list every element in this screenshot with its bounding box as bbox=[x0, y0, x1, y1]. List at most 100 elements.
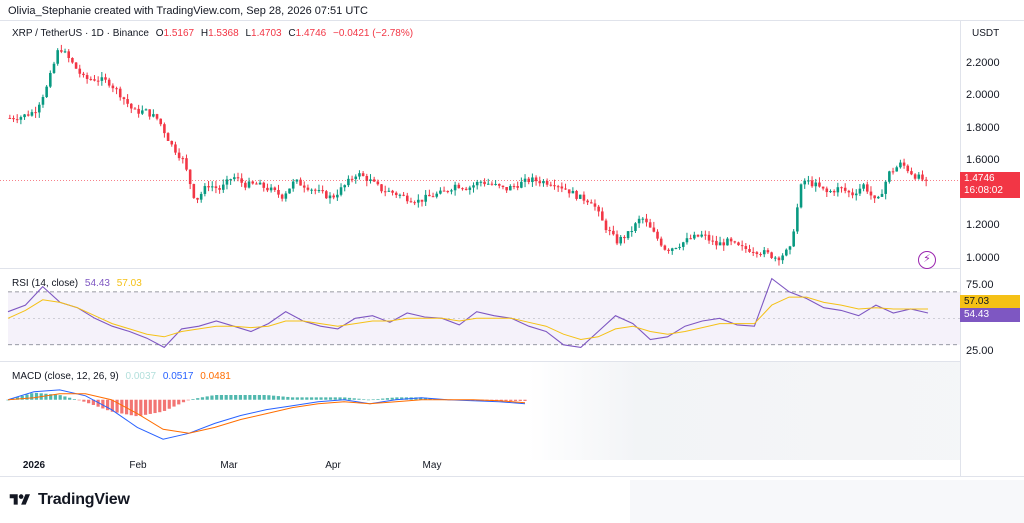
time-tick-label: May bbox=[422, 460, 442, 471]
candle-body bbox=[556, 186, 560, 188]
candle-body bbox=[722, 242, 726, 246]
candle-body bbox=[233, 177, 236, 180]
macd-histogram-bar bbox=[158, 399, 162, 413]
candle-body bbox=[365, 176, 369, 181]
candle-body bbox=[299, 179, 302, 186]
candle-body bbox=[177, 152, 181, 159]
rsi-ma-value: 57.03 bbox=[116, 278, 142, 289]
candle-body bbox=[15, 119, 19, 121]
candle-body bbox=[700, 234, 703, 237]
candle-body bbox=[431, 196, 435, 198]
candle-body bbox=[740, 245, 744, 247]
rsi-tag: 54.43 bbox=[960, 308, 1020, 322]
macd-histogram-bar bbox=[238, 395, 243, 400]
rsi-legend[interactable]: RSI (14, close) 54.43 57.03 bbox=[12, 278, 146, 289]
macd-histogram-bar bbox=[200, 397, 205, 400]
price-tick-label: 1.2000 bbox=[966, 219, 1000, 232]
macd-legend[interactable]: MACD (close, 12, 26, 9) 0.0037 0.0517 0.… bbox=[12, 371, 235, 382]
candles bbox=[8, 44, 928, 266]
candle-body bbox=[483, 181, 486, 185]
candle-body bbox=[325, 191, 328, 199]
candle-body bbox=[906, 165, 910, 172]
candle-body bbox=[280, 194, 284, 199]
candle-body bbox=[685, 238, 689, 243]
macd-histogram-bar bbox=[30, 393, 34, 400]
candle-body bbox=[369, 179, 372, 181]
candle-body bbox=[854, 193, 858, 196]
main-legend[interactable]: XRP / TetherUS · 1D · Binance O1.5167 H1… bbox=[12, 28, 417, 39]
candle-body bbox=[847, 190, 851, 193]
candle-body bbox=[170, 140, 174, 145]
candle-body bbox=[549, 184, 553, 186]
candle-body bbox=[895, 167, 899, 172]
candle-body bbox=[118, 88, 122, 98]
currency-label[interactable]: USDT bbox=[972, 28, 999, 39]
candle-body bbox=[405, 195, 409, 202]
candle-body bbox=[693, 234, 696, 239]
macd-signal-value: 0.0481 bbox=[200, 371, 231, 382]
candle-body bbox=[339, 187, 343, 195]
macd-histogram-bar bbox=[191, 398, 195, 400]
candle-body bbox=[199, 193, 203, 200]
candle-body bbox=[571, 190, 575, 194]
candle-body bbox=[586, 200, 589, 203]
macd-histogram-bar bbox=[523, 399, 527, 401]
candle-body bbox=[902, 162, 906, 166]
candle-body bbox=[52, 63, 56, 73]
candle-body bbox=[464, 188, 468, 190]
candle-body bbox=[910, 171, 913, 175]
candle-body bbox=[240, 178, 243, 183]
rsi-value: 54.43 bbox=[84, 278, 110, 289]
candle-body bbox=[796, 207, 799, 232]
price-tick-label: 1.6000 bbox=[966, 154, 1000, 167]
candle-body bbox=[630, 231, 634, 233]
candle-body bbox=[446, 191, 450, 193]
candle-body bbox=[428, 194, 431, 197]
candle-body bbox=[295, 179, 299, 182]
candle-body bbox=[115, 88, 118, 90]
candle-body bbox=[163, 124, 166, 134]
time-tick-label: 2026 bbox=[22, 460, 46, 471]
candle-body bbox=[516, 186, 519, 188]
faded-footer-area bbox=[630, 480, 1024, 523]
candle-body bbox=[567, 189, 571, 194]
rsi-pane bbox=[7, 277, 960, 349]
macd-histogram-bar bbox=[143, 399, 148, 415]
candle-body bbox=[394, 192, 398, 196]
bar-countdown: 16:08:02 bbox=[960, 184, 1020, 198]
macd-histogram-bar bbox=[234, 395, 238, 400]
macd-histogram-bar bbox=[181, 399, 186, 403]
macd-histogram-bar bbox=[229, 395, 233, 400]
candle-body bbox=[398, 194, 402, 196]
candle-body bbox=[475, 181, 479, 186]
candle-body bbox=[615, 234, 619, 244]
candle-body bbox=[468, 187, 472, 190]
candle-body bbox=[417, 199, 420, 203]
macd-histogram-bar bbox=[172, 399, 176, 407]
candle-body bbox=[604, 220, 608, 231]
candle-body bbox=[917, 174, 921, 179]
candle-body bbox=[748, 249, 751, 252]
candle-body bbox=[450, 190, 453, 192]
price-tick-label: 2.0000 bbox=[966, 89, 1000, 102]
macd-histogram-bar bbox=[518, 399, 522, 401]
high-label: H bbox=[200, 28, 209, 39]
lightning-icon[interactable]: ⚡ bbox=[918, 251, 936, 269]
candle-body bbox=[619, 236, 623, 244]
candle-body bbox=[597, 206, 600, 212]
candle-body bbox=[696, 234, 700, 237]
macd-histogram-bar bbox=[139, 399, 143, 416]
price-tick-label: 2.2000 bbox=[966, 56, 1000, 69]
high-value: 1.5368 bbox=[208, 28, 239, 39]
open-value: 1.5167 bbox=[163, 28, 195, 39]
candle-body bbox=[634, 223, 637, 232]
macd-histogram-bar bbox=[205, 396, 209, 400]
close-label: C bbox=[288, 28, 296, 39]
macd-histogram-bar bbox=[314, 397, 318, 400]
rsi-tick-label: 25.00 bbox=[966, 345, 994, 358]
candle-body bbox=[659, 238, 663, 246]
candle-body bbox=[244, 182, 247, 188]
candle-body bbox=[505, 187, 508, 191]
macd-histogram-bar bbox=[167, 399, 171, 409]
candle-body bbox=[899, 162, 902, 168]
